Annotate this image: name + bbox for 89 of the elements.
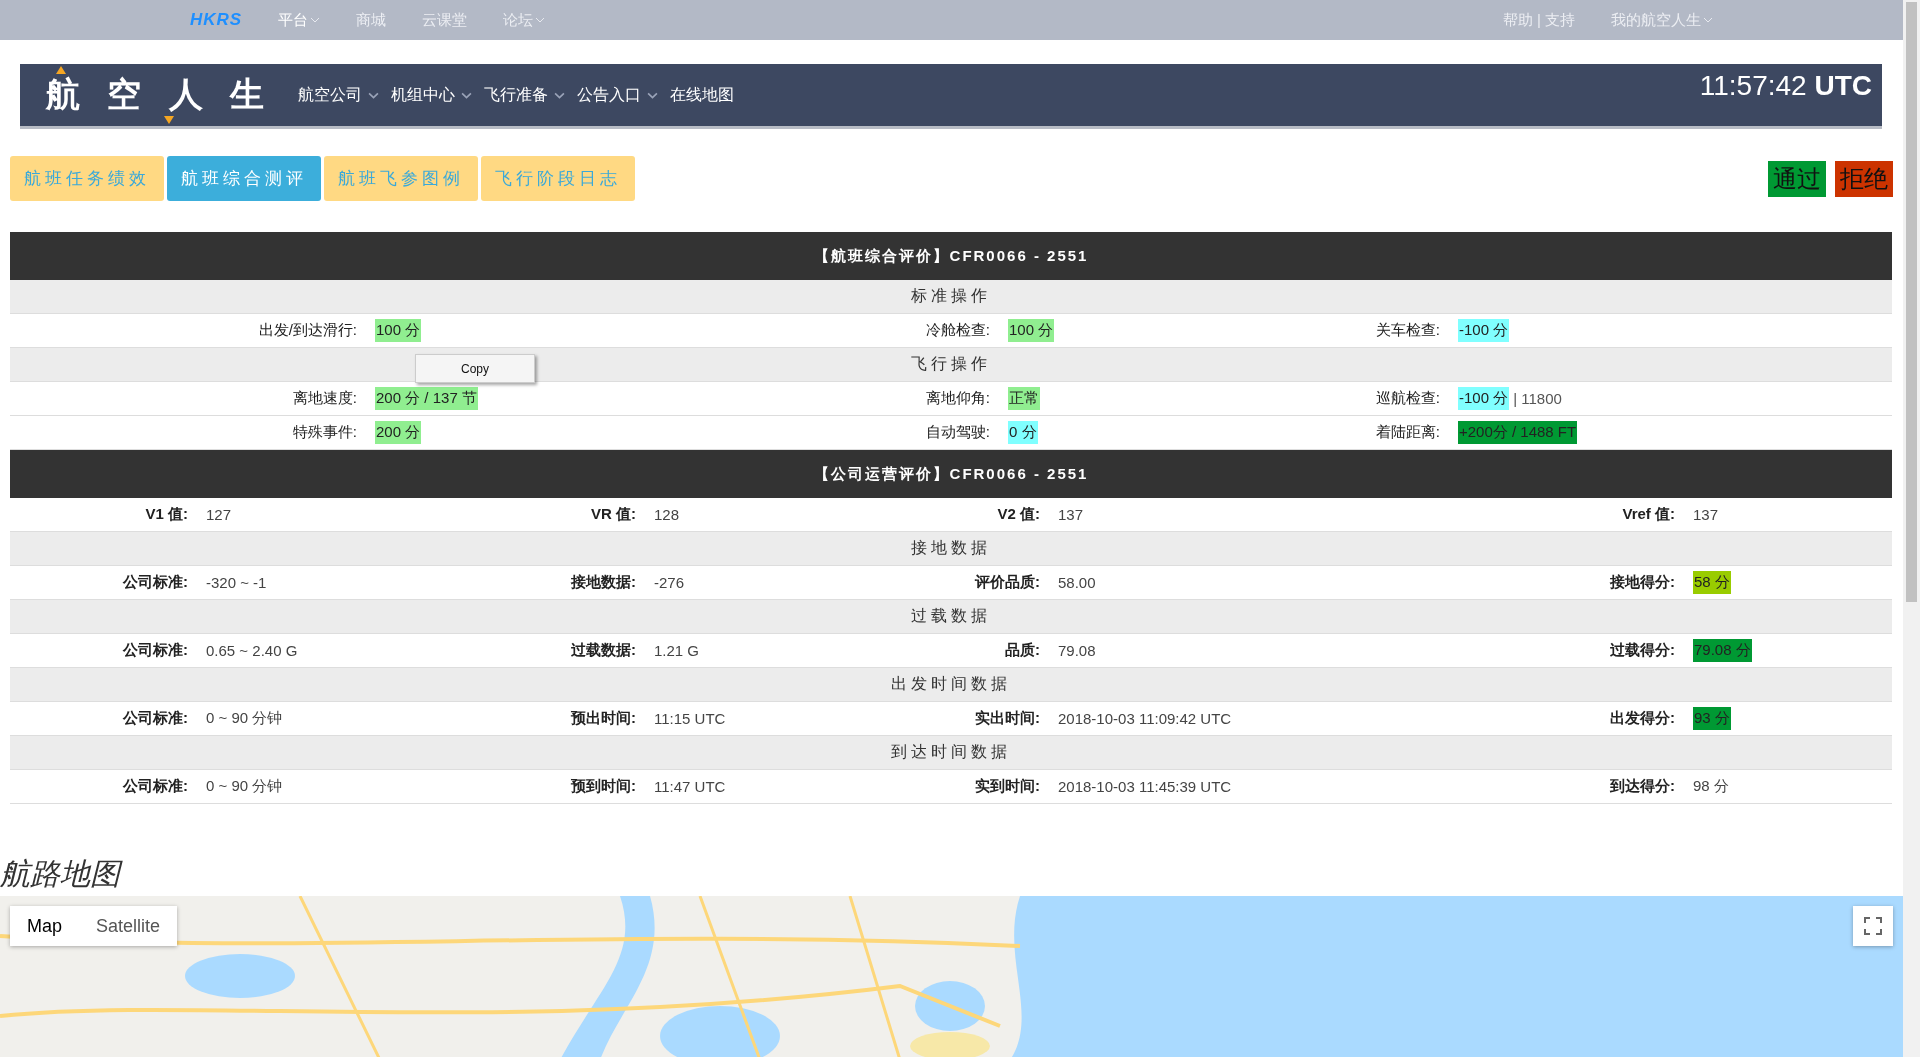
tab[interactable]: 航班飞参图例 bbox=[324, 156, 478, 201]
field-value: 58.00 bbox=[1058, 574, 1096, 591]
field-value: 2018-10-03 11:09:42 UTC bbox=[1058, 710, 1232, 727]
utc-clock: 11:57:42 UTC bbox=[1699, 70, 1872, 102]
triangle-icon bbox=[56, 66, 66, 74]
score-badge: +200分 / 1488 FT bbox=[1458, 421, 1578, 444]
reject-button[interactable]: 拒绝 bbox=[1835, 160, 1893, 197]
field-label: 过载得分: bbox=[1609, 641, 1675, 660]
field-value: 11:47 UTC bbox=[654, 778, 726, 795]
brand-logo[interactable]: 航 空 人 生 bbox=[46, 75, 267, 113]
field-label: 公司标准: bbox=[121, 641, 188, 660]
field-label: 关车检查: bbox=[1374, 321, 1440, 340]
field-note: | 11800 bbox=[1513, 390, 1562, 407]
map-type-button[interactable]: Map bbox=[10, 906, 79, 946]
field-value: 137 bbox=[1693, 506, 1719, 523]
field-value: 1.21 G bbox=[654, 642, 700, 659]
section-heading: 标准操作 bbox=[10, 280, 1892, 314]
field-label: V2 值: bbox=[996, 505, 1040, 524]
field-value: 128 bbox=[654, 506, 680, 523]
score-badge: -100 分 bbox=[1458, 387, 1510, 410]
section-heading: 到达时间数据 bbox=[10, 736, 1892, 770]
score-badge: 100 分 bbox=[375, 319, 422, 342]
field-label: 接地数据: bbox=[570, 573, 636, 592]
tab[interactable]: 航班任务绩效 bbox=[10, 156, 164, 201]
field-label: 品质: bbox=[1004, 641, 1040, 660]
field-label: 离地速度: bbox=[291, 389, 357, 408]
field-value: 11:15 UTC bbox=[654, 710, 726, 727]
field-label: 评价品质: bbox=[973, 573, 1040, 592]
field-label: 自动驾驶: bbox=[924, 423, 990, 442]
main-menu-item[interactable]: 机组中心 bbox=[391, 84, 473, 106]
field-label: 公司标准: bbox=[121, 777, 188, 796]
main-menu-item[interactable]: 飞行准备 bbox=[484, 84, 566, 106]
field-label: V1 值: bbox=[144, 505, 188, 524]
field-label: 出发/到达滑行: bbox=[257, 321, 357, 340]
field-label: 着陆距离: bbox=[1374, 423, 1440, 442]
tab[interactable]: 航班综合测评 bbox=[167, 156, 321, 201]
field-label: 过载数据: bbox=[570, 641, 636, 660]
field-label: 特殊事件: bbox=[291, 423, 357, 442]
field-value: 0.65 ~ 2.40 G bbox=[206, 642, 298, 659]
panel-header: 【公司运营评价】CFR0066 - 2551 bbox=[10, 450, 1892, 498]
field-label: 实到时间: bbox=[974, 777, 1040, 796]
field-value: 0 ~ 90 分钟 bbox=[206, 709, 283, 728]
field-value: 2018-10-03 11:45:39 UTC bbox=[1058, 778, 1232, 795]
section-heading: 接地数据 bbox=[10, 532, 1892, 566]
fullscreen-icon bbox=[1864, 917, 1882, 935]
field-label: VR 值: bbox=[590, 505, 636, 524]
score-badge: 0 分 bbox=[1008, 421, 1038, 444]
field-label: 到达得分: bbox=[1609, 777, 1675, 796]
main-menu-item[interactable]: 在线地图 bbox=[670, 84, 735, 106]
score-badge: 58 分 bbox=[1693, 571, 1731, 594]
section-heading: 出发时间数据 bbox=[10, 668, 1892, 702]
section-heading: 过载数据 bbox=[10, 600, 1892, 634]
field-label: 出发得分: bbox=[1609, 709, 1675, 728]
field-value: 79.08 bbox=[1058, 642, 1096, 659]
score-badge: 100 分 bbox=[1008, 319, 1055, 342]
triangle-icon bbox=[164, 116, 174, 124]
field-label: Vref 值: bbox=[1621, 505, 1675, 524]
field-value: 98 分 bbox=[1693, 777, 1729, 796]
field-value: -320 ~ -1 bbox=[206, 574, 267, 591]
score-badge: 79.08 分 bbox=[1693, 639, 1752, 662]
map-type-button[interactable]: Satellite bbox=[79, 906, 178, 946]
score-badge: 200 分 / 137 节 bbox=[375, 387, 478, 410]
main-menu-item[interactable]: 航空公司 bbox=[298, 84, 380, 106]
field-value: -276 bbox=[654, 574, 685, 591]
approve-button[interactable]: 通过 bbox=[1768, 160, 1826, 197]
map-title: 航路地图 bbox=[0, 852, 1903, 896]
score-badge: 正常 bbox=[1008, 387, 1040, 410]
field-label: 公司标准: bbox=[121, 709, 188, 728]
field-label: 巡航检查: bbox=[1374, 389, 1440, 408]
top-nav-item[interactable]: 平台 bbox=[278, 10, 321, 30]
score-badge: -100 分 bbox=[1458, 319, 1510, 342]
field-value: 0 ~ 90 分钟 bbox=[206, 777, 283, 796]
fullscreen-button[interactable] bbox=[1853, 906, 1893, 946]
score-badge: 93 分 bbox=[1693, 707, 1731, 730]
field-label: 实出时间: bbox=[974, 709, 1040, 728]
field-label: 接地得分: bbox=[1609, 573, 1675, 592]
field-label: 离地仰角: bbox=[924, 389, 990, 408]
tab[interactable]: 飞行阶段日志 bbox=[481, 156, 635, 201]
main-menu-item[interactable]: 公告入口 bbox=[577, 84, 659, 106]
context-menu-item[interactable]: Copy bbox=[461, 361, 489, 376]
field-label: 冷舱检查: bbox=[924, 321, 990, 340]
field-value: 137 bbox=[1058, 506, 1084, 523]
panel-header: 【航班综合评价】CFR0066 - 2551 bbox=[10, 232, 1892, 280]
scrollbar[interactable] bbox=[1903, 0, 1920, 1057]
field-label: 公司标准: bbox=[121, 573, 188, 592]
field-label: 预到时间: bbox=[570, 777, 636, 796]
field-value: 127 bbox=[206, 506, 232, 523]
score-badge: 200 分 bbox=[375, 421, 422, 444]
field-label: 预出时间: bbox=[570, 709, 636, 728]
